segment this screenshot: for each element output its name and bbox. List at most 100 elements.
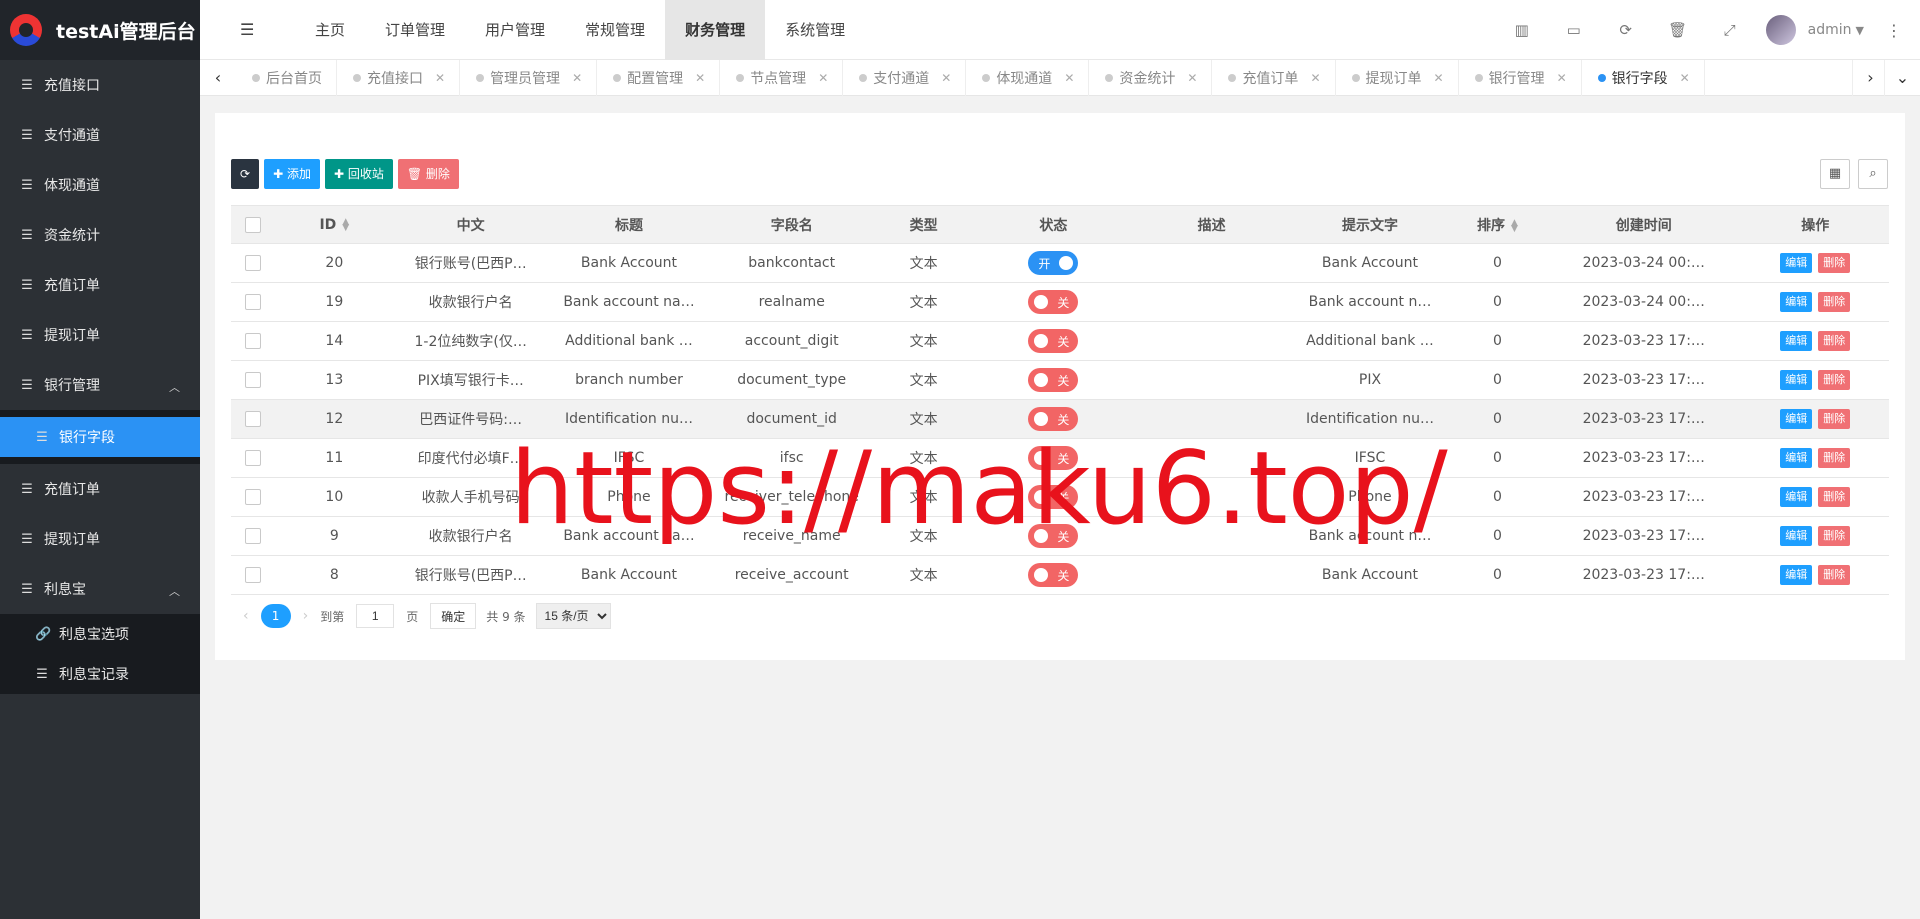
status-toggle[interactable]: 关	[1028, 524, 1079, 548]
tab[interactable]: 银行管理 ✕	[1459, 60, 1582, 96]
close-icon[interactable]: ✕	[1680, 71, 1690, 85]
page-1-button[interactable]: 1	[260, 604, 291, 628]
edit-button[interactable]: 编辑	[1780, 526, 1813, 546]
row-delete-button[interactable]: 删除	[1818, 409, 1851, 429]
close-icon[interactable]: ✕	[572, 71, 582, 85]
user-name[interactable]: admin	[1808, 22, 1852, 38]
row-checkbox[interactable]	[244, 372, 261, 388]
close-icon[interactable]: ✕	[1187, 71, 1197, 85]
page-input[interactable]	[356, 604, 395, 628]
close-icon[interactable]: ✕	[1064, 71, 1074, 85]
close-icon[interactable]: ✕	[1434, 71, 1444, 85]
status-toggle[interactable]: 关	[1028, 407, 1079, 431]
status-toggle[interactable]: 关	[1028, 290, 1079, 314]
sidebar-item[interactable]: ☰ 充值接口	[0, 60, 200, 110]
close-icon[interactable]: ✕	[941, 71, 951, 85]
tab[interactable]: 配置管理 ✕	[597, 60, 721, 96]
refresh-icon[interactable]: ⟳	[1600, 21, 1652, 39]
chart-icon[interactable]: ▥	[1496, 21, 1548, 39]
row-delete-button[interactable]: 删除	[1818, 526, 1851, 546]
close-icon[interactable]: ✕	[1310, 71, 1320, 85]
row-checkbox[interactable]	[244, 294, 261, 310]
trash-icon[interactable]: 🗑	[1652, 21, 1704, 39]
edit-button[interactable]: 编辑	[1780, 565, 1813, 585]
sidebar-item[interactable]: ☰ 体现通道	[0, 160, 200, 210]
sidebar-item[interactable]: ☰ 资金统计	[0, 210, 200, 260]
edit-button[interactable]: 编辑	[1780, 292, 1813, 312]
recycle-bin-button[interactable]: ✚ 回收站	[324, 159, 393, 189]
status-toggle[interactable]: 关	[1028, 368, 1079, 392]
row-checkbox[interactable]	[244, 528, 261, 544]
prev-page-icon[interactable]: ‹	[243, 608, 249, 624]
status-toggle[interactable]: 关	[1028, 485, 1079, 509]
sidebar-item[interactable]: ☰ 支付通道	[0, 110, 200, 160]
edit-button[interactable]: 编辑	[1780, 370, 1813, 390]
tab[interactable]: 后台首页	[236, 60, 337, 96]
nav-item[interactable]: 常规管理	[565, 0, 665, 60]
select-all-checkbox[interactable]	[244, 216, 261, 233]
tab[interactable]: 支付通道 ✕	[843, 60, 967, 96]
tab[interactable]: 充值接口 ✕	[337, 60, 461, 96]
tab[interactable]: 管理员管理 ✕	[460, 60, 598, 96]
avatar[interactable]	[1765, 15, 1796, 45]
edit-button[interactable]: 编辑	[1780, 487, 1813, 507]
sidebar-item[interactable]: ☰ 利息宝 ︿	[0, 564, 200, 614]
status-toggle[interactable]: 开	[1028, 251, 1079, 275]
status-toggle[interactable]: 关	[1028, 446, 1079, 470]
sidebar-item[interactable]: ☰ 充值订单	[0, 464, 200, 514]
tabs-menu-icon[interactable]: ⌄	[1884, 60, 1920, 96]
per-page-select[interactable]: 15 条/页	[535, 603, 611, 629]
caret-down-icon[interactable]: ▼	[1856, 24, 1864, 37]
nav-item[interactable]: 财务管理	[665, 0, 766, 60]
tab[interactable]: 充值订单 ✕	[1212, 60, 1336, 96]
edit-button[interactable]: 编辑	[1780, 448, 1813, 468]
refresh-button[interactable]: ⟳	[231, 159, 260, 189]
columns-icon[interactable]: ▦	[1820, 159, 1850, 189]
sidebar-item[interactable]: ☰ 提现订单	[0, 514, 200, 564]
delete-button[interactable]: 🗑 删除	[397, 159, 459, 189]
row-delete-button[interactable]: 删除	[1818, 253, 1851, 273]
sidebar-item[interactable]: ☰ 银行管理 ︿	[0, 360, 200, 410]
row-checkbox[interactable]	[244, 567, 261, 583]
status-toggle[interactable]: 关	[1028, 329, 1079, 353]
edit-button[interactable]: 编辑	[1780, 409, 1813, 429]
row-delete-button[interactable]: 删除	[1818, 370, 1851, 390]
sidebar-toggle-icon[interactable]: ☰	[240, 20, 254, 39]
next-page-icon[interactable]: ›	[303, 608, 309, 624]
row-checkbox[interactable]	[244, 255, 261, 271]
close-icon[interactable]: ✕	[818, 71, 828, 85]
tab[interactable]: 节点管理 ✕	[720, 60, 844, 96]
close-icon[interactable]: ✕	[435, 71, 445, 85]
sidebar-item[interactable]: ☰ 提现订单	[0, 310, 200, 360]
close-icon[interactable]: ✕	[695, 71, 705, 85]
tab[interactable]: 银行字段 ✕	[1582, 60, 1705, 96]
row-delete-button[interactable]: 删除	[1818, 487, 1851, 507]
sidebar-subitem[interactable]: ☰ 利息宝记录	[0, 654, 200, 694]
fullscreen-icon[interactable]: ⤢	[1704, 21, 1756, 39]
sort-icon[interactable]: ▲ ▼	[1511, 218, 1518, 233]
tab[interactable]: 资金统计 ✕	[1089, 60, 1213, 96]
confirm-button[interactable]: 确定	[430, 603, 477, 629]
more-icon[interactable]: ⋮	[1886, 21, 1902, 40]
edit-button[interactable]: 编辑	[1780, 331, 1813, 351]
nav-item[interactable]: 订单管理	[365, 0, 465, 60]
tab[interactable]: 体现通道 ✕	[966, 60, 1090, 96]
tabs-next-icon[interactable]: ›	[1852, 60, 1888, 96]
nav-item[interactable]: 用户管理	[465, 0, 565, 60]
sidebar-item[interactable]: ☰ 充值订单	[0, 260, 200, 310]
row-checkbox[interactable]	[244, 489, 261, 505]
row-delete-button[interactable]: 删除	[1818, 448, 1851, 468]
tabs-prev-icon[interactable]: ‹	[200, 60, 236, 96]
row-delete-button[interactable]: 删除	[1818, 292, 1851, 312]
status-toggle[interactable]: 关	[1028, 563, 1079, 587]
sidebar-subitem[interactable]: 🔗 利息宝选项	[0, 614, 200, 654]
sort-icon[interactable]: ▲ ▼	[342, 217, 349, 232]
row-delete-button[interactable]: 删除	[1818, 331, 1851, 351]
tab[interactable]: 提现订单 ✕	[1336, 60, 1459, 96]
edit-button[interactable]: 编辑	[1780, 253, 1813, 273]
row-delete-button[interactable]: 删除	[1818, 565, 1851, 585]
search-icon[interactable]: ⌕	[1858, 159, 1888, 189]
row-checkbox[interactable]	[244, 333, 261, 349]
nav-item[interactable]: 系统管理	[765, 0, 865, 60]
sidebar-item-bank-fields[interactable]: ☰ 银行字段	[0, 417, 200, 457]
